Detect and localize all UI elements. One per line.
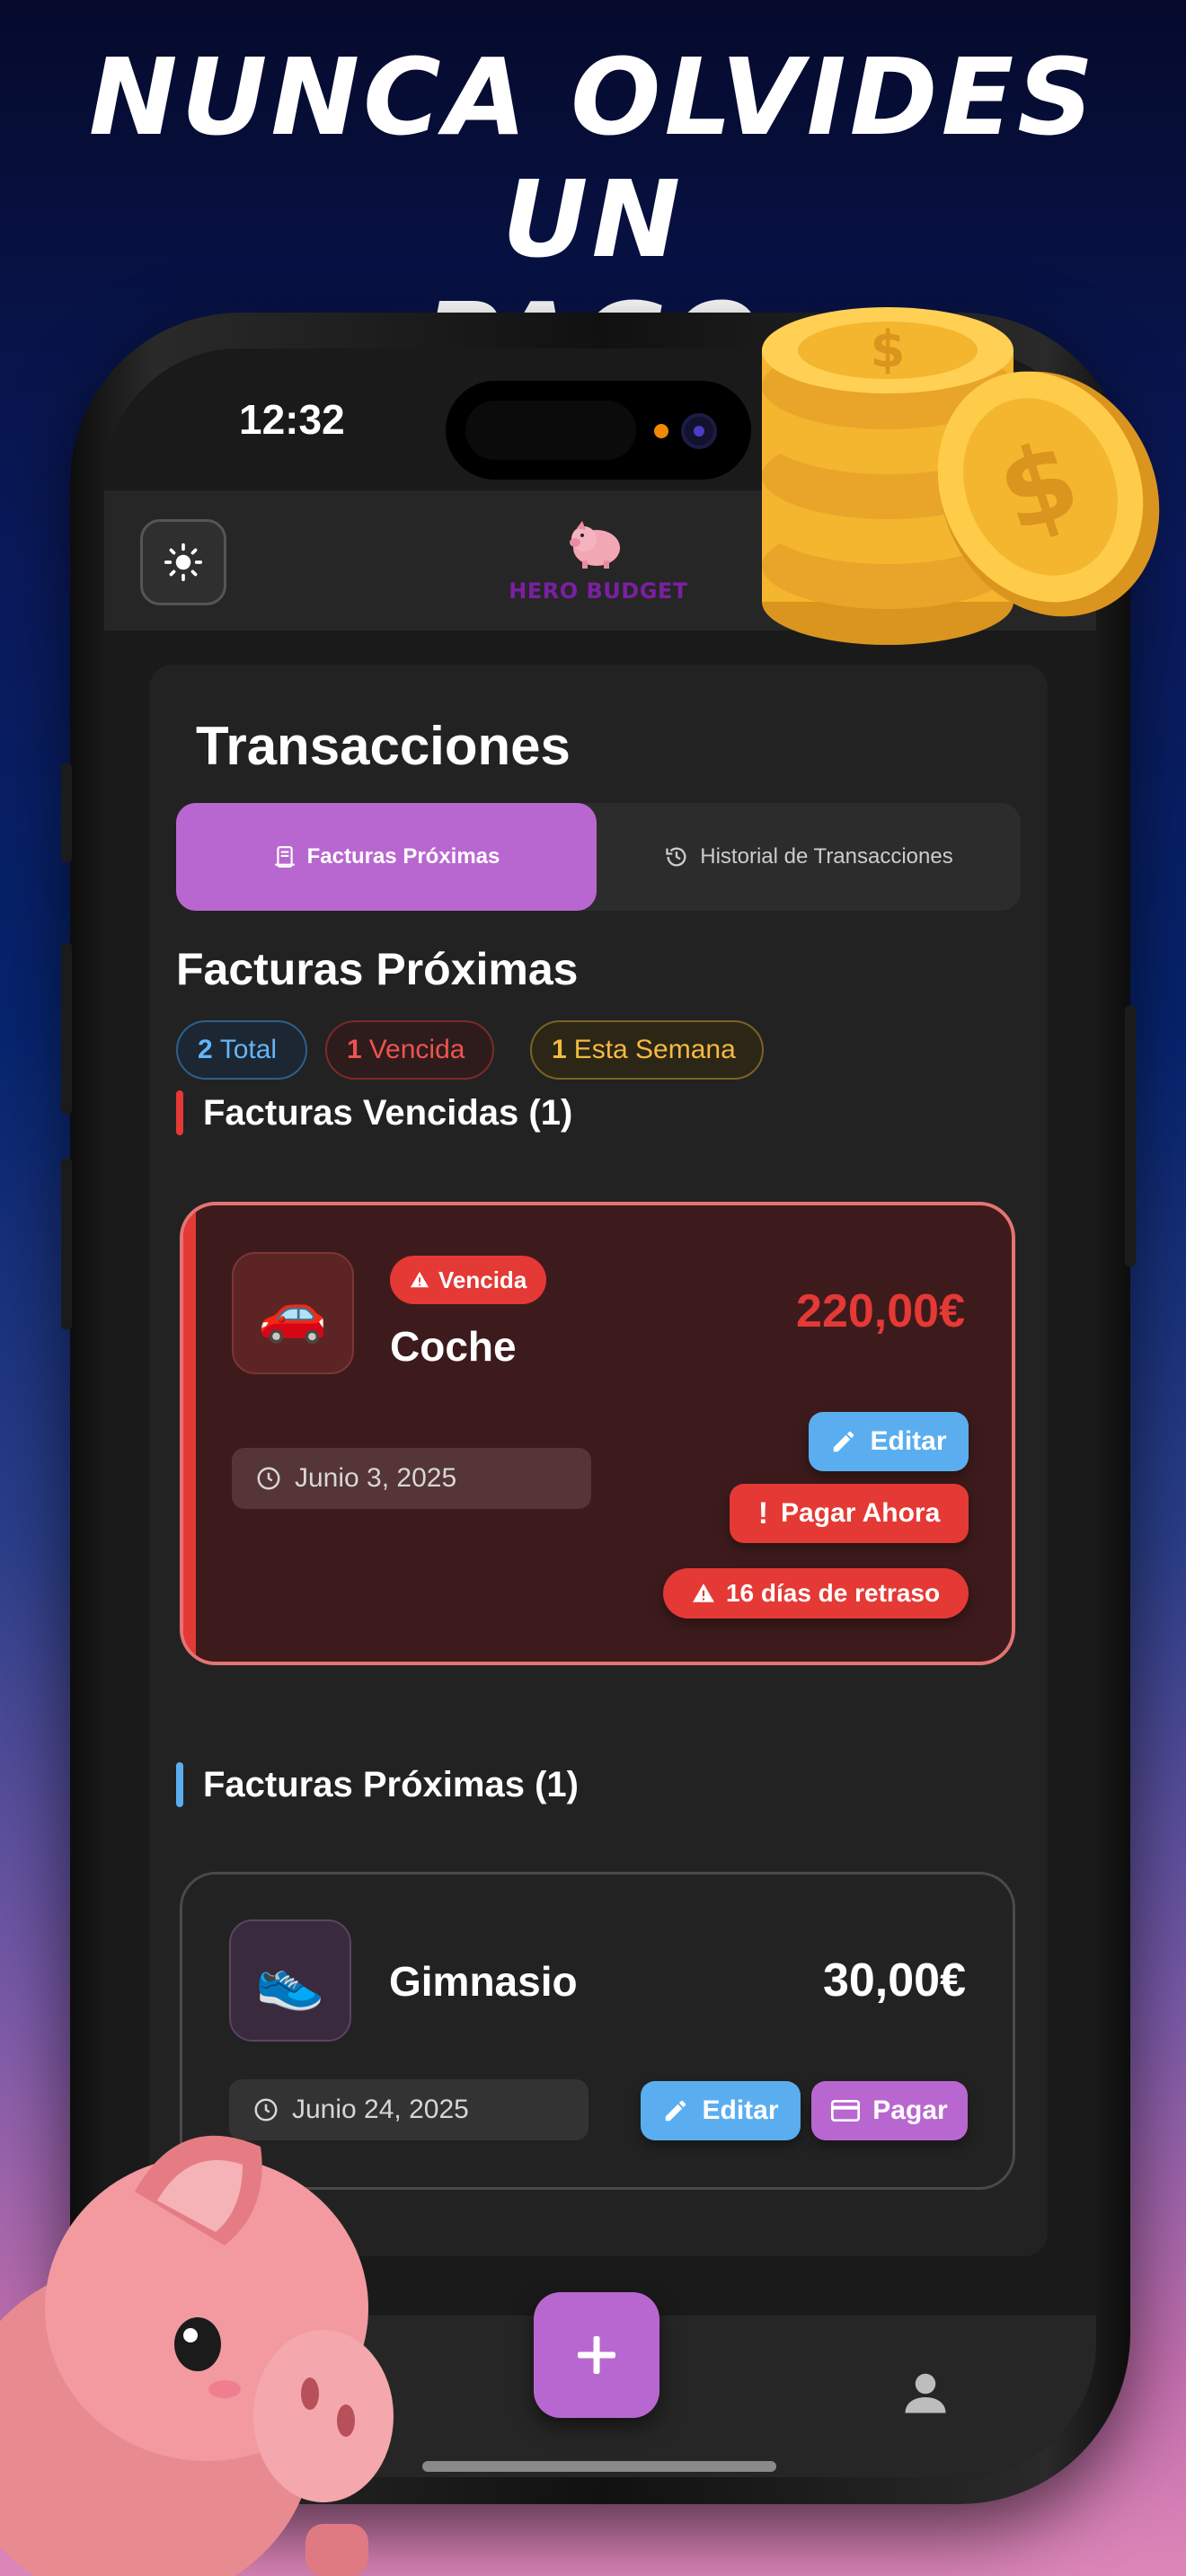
profile-icon[interactable]: [898, 2366, 952, 2420]
tab-label: Historial de Transacciones: [700, 844, 953, 869]
upcoming-section-header: Facturas Próximas (1): [176, 1762, 579, 1807]
bill-amount: 30,00€: [822, 1954, 966, 2007]
section-title: Facturas Próximas: [176, 944, 579, 994]
plus-icon: [578, 2336, 615, 2374]
overdue-section-title: Facturas Vencidas (1): [203, 1092, 573, 1133]
chip-this-week[interactable]: 1 Esta Semana: [530, 1020, 764, 1080]
section-accent-bar: [176, 1762, 183, 1807]
section-accent-bar: [176, 1090, 183, 1135]
edit-button[interactable]: Editar: [809, 1412, 969, 1471]
bill-name: Coche: [390, 1323, 517, 1370]
transactions-card: Transacciones Facturas Próximas Historia…: [149, 665, 1048, 2256]
edit-button[interactable]: Editar: [641, 2081, 801, 2140]
sun-icon: [164, 543, 203, 582]
phone-side-button: [61, 1159, 72, 1329]
logo-pig-icon: [570, 521, 620, 569]
car-icon: 🚗: [258, 1282, 328, 1345]
pay-button[interactable]: Pagar: [811, 2081, 968, 2140]
add-transaction-button[interactable]: [534, 2292, 659, 2418]
dynamic-island: [446, 381, 751, 480]
overdue-accent-bar: [183, 1205, 196, 1662]
tab-upcoming-bills[interactable]: Facturas Próximas: [176, 803, 597, 911]
overdue-badge: Vencida: [390, 1256, 547, 1304]
tab-transaction-history[interactable]: Historial de Transacciones: [597, 803, 1021, 911]
exclamation-icon: !: [757, 1495, 769, 1531]
bill-category-icon: 👟: [229, 1919, 351, 2042]
warning-icon: [410, 1271, 429, 1288]
days-late-badge: 16 días de retraso: [663, 1568, 969, 1619]
piggy-bank-illustration: [0, 2135, 394, 2576]
bill-category-icon: 🚗: [232, 1252, 354, 1374]
pencil-icon: [834, 1431, 854, 1452]
headline-line-1: NUNCA OLVIDES UN: [88, 35, 1098, 281]
upcoming-section-title: Facturas Próximas (1): [203, 1764, 579, 1804]
history-icon: [666, 847, 686, 867]
pencil-icon: [666, 2100, 686, 2122]
tab-bar: Facturas Próximas Historial de Transacci…: [176, 803, 1021, 911]
theme-toggle-button[interactable]: [140, 519, 226, 605]
pay-now-button[interactable]: ! Pagar Ahora: [730, 1484, 969, 1543]
chip-total[interactable]: 2 Total: [176, 1020, 307, 1080]
overdue-section-header: Facturas Vencidas (1): [176, 1090, 572, 1135]
credit-card-icon: [831, 2100, 861, 2122]
indicator-dot: [654, 424, 668, 438]
phone-side-button: [1125, 1006, 1136, 1266]
page-title: Transacciones: [196, 716, 571, 776]
bill-name: Gimnasio: [389, 1958, 578, 2005]
svg-text:$: $: [871, 321, 906, 379]
receipt-icon: [274, 846, 295, 868]
bill-amount: 220,00€: [796, 1285, 965, 1337]
status-time: 12:32: [239, 396, 345, 443]
phone-side-button: [61, 763, 72, 862]
camera-icon: [681, 413, 717, 449]
warning-icon: [693, 1584, 714, 1602]
bill-due-date: Junio 3, 2025: [232, 1448, 591, 1509]
phone-side-button: [61, 943, 72, 1114]
chip-overdue[interactable]: 1 Vencida: [325, 1020, 494, 1080]
coins-illustration: $ $: [762, 307, 1160, 645]
sneaker-icon: 👟: [255, 1949, 325, 2012]
tab-label: Facturas Próximas: [306, 844, 500, 869]
home-indicator: [422, 2461, 776, 2472]
app-logo-text: HERO BUDGET: [509, 578, 688, 604]
overdue-bill-card[interactable]: 🚗 Vencida Coche 220,00€ Junio 3, 2025 Ed…: [180, 1202, 1015, 1665]
clock-icon: [257, 1467, 280, 1490]
